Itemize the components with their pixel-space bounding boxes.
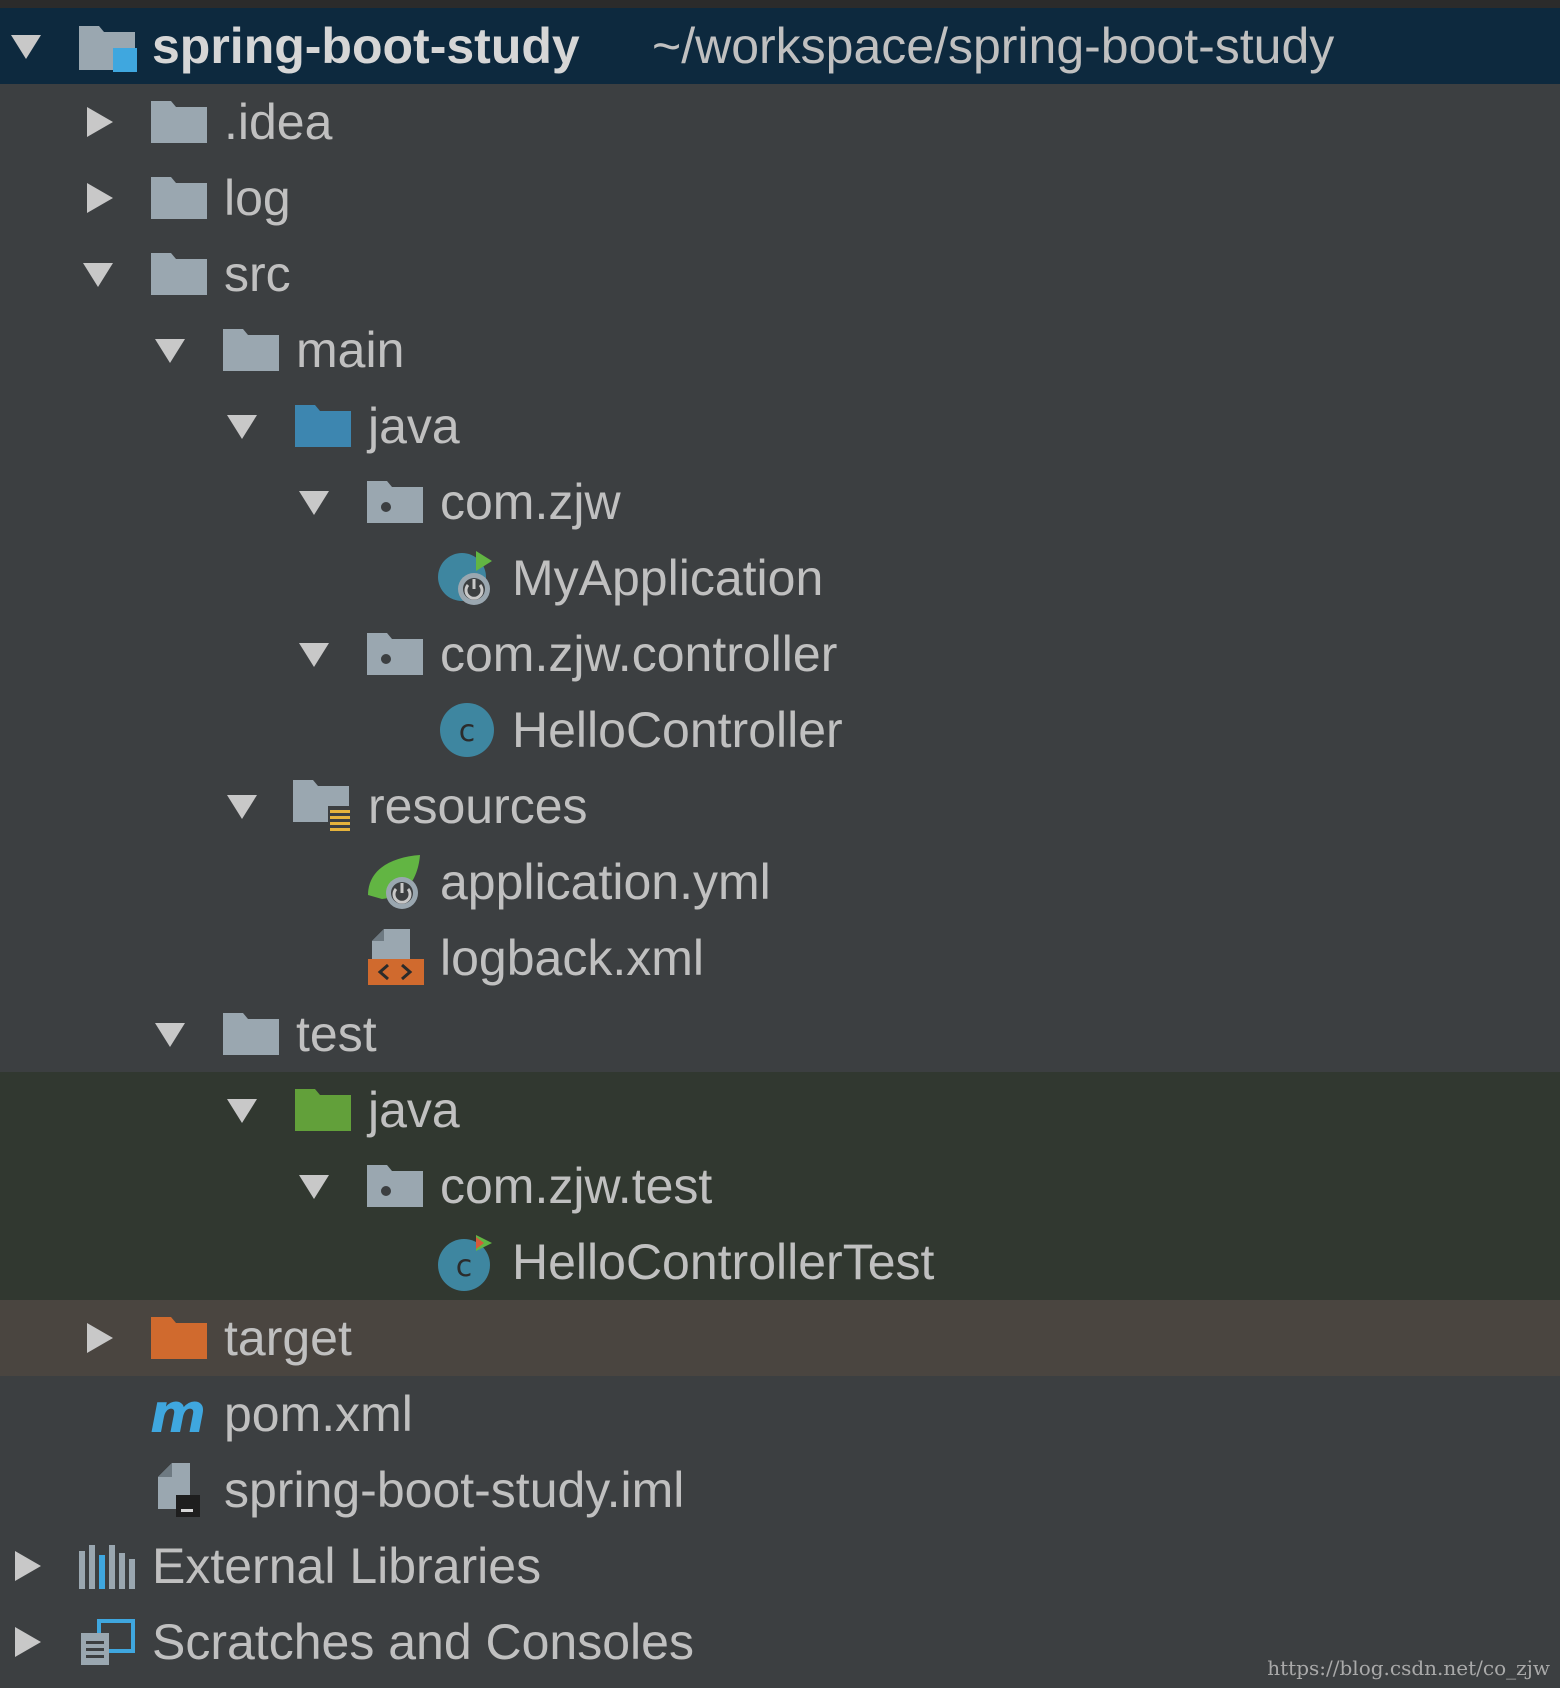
folder-icon bbox=[148, 160, 210, 236]
tree-row-src[interactable]: src bbox=[0, 236, 1560, 312]
tree-row-package-main[interactable]: com.zjw bbox=[0, 464, 1560, 540]
tree-row-project-root[interactable]: spring-boot-study ~/workspace/spring-boo… bbox=[0, 8, 1560, 84]
class-label: HelloControllerTest bbox=[512, 1234, 935, 1290]
package-icon bbox=[364, 1148, 426, 1224]
project-folder-icon bbox=[76, 8, 138, 84]
package-icon bbox=[364, 464, 426, 540]
maven-icon: m bbox=[148, 1376, 210, 1452]
folder-label: target bbox=[224, 1310, 352, 1366]
chevron-right-icon[interactable] bbox=[78, 160, 122, 236]
module-file-icon bbox=[148, 1452, 210, 1528]
chevron-down-icon[interactable] bbox=[148, 996, 192, 1072]
excluded-folder-icon bbox=[148, 1300, 210, 1376]
chevron-down-icon[interactable] bbox=[292, 464, 336, 540]
source-folder-icon bbox=[292, 388, 354, 464]
tree-row-hello-controller[interactable]: c HelloController bbox=[0, 692, 1560, 768]
test-folder-icon bbox=[292, 1072, 354, 1148]
tree-row-test-java[interactable]: java bbox=[0, 1072, 1560, 1148]
folder-label: java bbox=[368, 398, 460, 454]
node-label: Scratches and Consoles bbox=[152, 1614, 694, 1670]
chevron-down-icon[interactable] bbox=[292, 616, 336, 692]
package-icon bbox=[364, 616, 426, 692]
tree-row-main-java[interactable]: java bbox=[0, 388, 1560, 464]
tree-row-log[interactable]: log bbox=[0, 160, 1560, 236]
chevron-down-icon[interactable] bbox=[76, 236, 120, 312]
tree-row-target[interactable]: target bbox=[0, 1300, 1560, 1376]
folder-label: java bbox=[368, 1082, 460, 1138]
chevron-down-icon[interactable] bbox=[220, 388, 264, 464]
folder-label: log bbox=[224, 170, 291, 226]
project-tree: spring-boot-study ~/workspace/spring-boo… bbox=[0, 0, 1560, 1688]
tree-row-application-yml[interactable]: application.yml bbox=[0, 844, 1560, 920]
package-label: com.zjw.controller bbox=[440, 626, 838, 682]
top-border bbox=[0, 0, 1560, 8]
spring-boot-class-icon bbox=[436, 540, 498, 616]
chevron-right-icon[interactable] bbox=[6, 1528, 50, 1604]
project-path: ~/workspace/spring-boot-study bbox=[652, 18, 1335, 74]
chevron-down-icon[interactable] bbox=[148, 312, 192, 388]
folder-label: .idea bbox=[224, 94, 333, 150]
watermark: https://blog.csdn.net/co_zjw bbox=[1267, 1656, 1550, 1680]
chevron-down-icon[interactable] bbox=[220, 1072, 264, 1148]
tree-row-resources[interactable]: resources bbox=[0, 768, 1560, 844]
resources-folder-icon bbox=[292, 768, 354, 844]
tree-row-pom-xml[interactable]: m pom.xml bbox=[0, 1376, 1560, 1452]
class-icon: c bbox=[436, 692, 498, 768]
tree-row-iml-file[interactable]: spring-boot-study.iml bbox=[0, 1452, 1560, 1528]
project-name: spring-boot-study bbox=[152, 18, 580, 74]
folder-label: resources bbox=[368, 778, 588, 834]
file-label: pom.xml bbox=[224, 1386, 413, 1442]
folder-label: main bbox=[296, 322, 405, 378]
svg-text:m: m bbox=[150, 1386, 206, 1442]
chevron-down-icon[interactable] bbox=[220, 768, 264, 844]
xml-file-icon bbox=[364, 920, 426, 996]
tree-row-package-test[interactable]: com.zjw.test bbox=[0, 1148, 1560, 1224]
test-class-icon: c bbox=[436, 1224, 498, 1300]
chevron-right-icon[interactable] bbox=[78, 1300, 122, 1376]
tree-row-hello-controller-test[interactable]: c HelloControllerTest bbox=[0, 1224, 1560, 1300]
tree-row-package-controller[interactable]: com.zjw.controller bbox=[0, 616, 1560, 692]
svg-text:c: c bbox=[456, 1249, 473, 1284]
package-label: com.zjw bbox=[440, 474, 621, 530]
chevron-down-icon[interactable] bbox=[292, 1148, 336, 1224]
folder-icon bbox=[220, 312, 282, 388]
node-label: External Libraries bbox=[152, 1538, 542, 1594]
tree-row-my-application[interactable]: MyApplication bbox=[0, 540, 1560, 616]
folder-label: src bbox=[224, 246, 291, 302]
class-label: MyApplication bbox=[512, 550, 824, 606]
folder-label: test bbox=[296, 1006, 377, 1062]
chevron-down-icon[interactable] bbox=[4, 8, 48, 84]
file-label: spring-boot-study.iml bbox=[224, 1462, 685, 1518]
file-label: logback.xml bbox=[440, 930, 704, 986]
chevron-right-icon[interactable] bbox=[6, 1604, 50, 1680]
library-icon bbox=[76, 1528, 138, 1604]
tree-row-logback-xml[interactable]: logback.xml bbox=[0, 920, 1560, 996]
spring-config-icon bbox=[364, 844, 426, 920]
class-label: HelloController bbox=[512, 702, 843, 758]
chevron-right-icon[interactable] bbox=[78, 84, 122, 160]
package-label: com.zjw.test bbox=[440, 1158, 713, 1214]
file-label: application.yml bbox=[440, 854, 771, 910]
folder-icon bbox=[220, 996, 282, 1072]
folder-icon bbox=[148, 236, 210, 312]
tree-row-test[interactable]: test bbox=[0, 996, 1560, 1072]
svg-text:c: c bbox=[459, 714, 476, 749]
tree-row-main[interactable]: main bbox=[0, 312, 1560, 388]
tree-row-idea[interactable]: .idea bbox=[0, 84, 1560, 160]
folder-icon bbox=[148, 84, 210, 160]
scratches-icon bbox=[76, 1604, 138, 1680]
tree-row-external-libraries[interactable]: External Libraries bbox=[0, 1528, 1560, 1604]
